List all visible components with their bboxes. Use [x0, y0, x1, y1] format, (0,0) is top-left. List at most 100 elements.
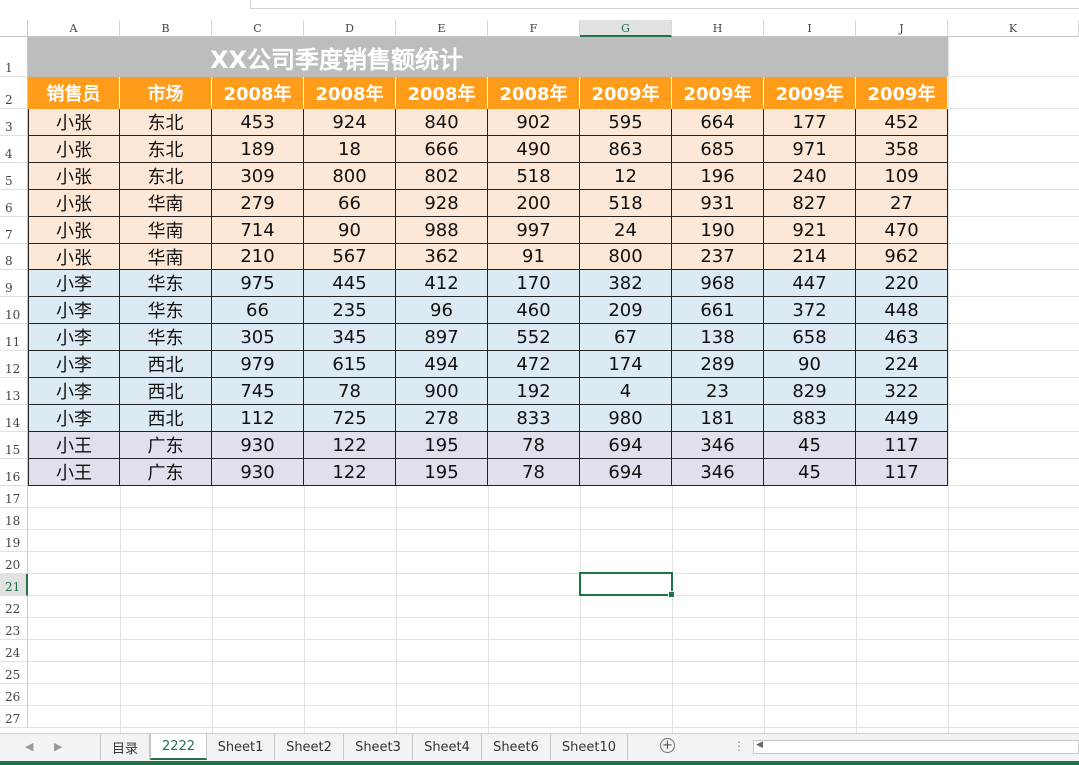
table-cell[interactable]: 138 — [672, 324, 764, 351]
table-cell[interactable]: 658 — [764, 324, 856, 351]
table-cell[interactable]: 小张 — [28, 244, 120, 270]
table-cell[interactable]: 小张 — [28, 217, 120, 244]
row-header-7[interactable]: 7 — [0, 217, 28, 244]
sheet-tab[interactable]: Sheet6 — [482, 734, 551, 760]
table-cell[interactable]: 900 — [396, 378, 488, 405]
table-cell[interactable]: 928 — [396, 190, 488, 217]
table-cell[interactable]: 883 — [764, 405, 856, 432]
table-cell[interactable]: 979 — [212, 351, 304, 378]
table-cell[interactable]: 小王 — [28, 432, 120, 459]
horizontal-scrollbar[interactable]: ◀ — [753, 740, 1079, 754]
table-cell[interactable]: 666 — [396, 136, 488, 163]
table-cell[interactable]: 小王 — [28, 459, 120, 486]
row-header-23[interactable]: 23 — [0, 618, 28, 640]
row-header-5[interactable]: 5 — [0, 163, 28, 190]
table-cell[interactable]: 224 — [856, 351, 948, 378]
table-cell[interactable]: 971 — [764, 136, 856, 163]
row-header-25[interactable]: 25 — [0, 662, 28, 684]
row-header-19[interactable]: 19 — [0, 530, 28, 552]
table-cell[interactable]: 518 — [488, 163, 580, 190]
row-header-9[interactable]: 9 — [0, 270, 28, 297]
column-header-k[interactable]: K — [948, 20, 1079, 37]
scroll-left-icon[interactable]: ◀ — [756, 740, 763, 750]
table-cell[interactable]: 78 — [304, 378, 396, 405]
table-cell[interactable]: 930 — [212, 432, 304, 459]
row-header-20[interactable]: 20 — [0, 552, 28, 574]
table-cell[interactable]: 209 — [580, 297, 672, 324]
table-cell[interactable]: 278 — [396, 405, 488, 432]
table-cell[interactable]: 902 — [488, 109, 580, 136]
table-cell[interactable]: 小张 — [28, 136, 120, 163]
table-cell[interactable]: 91 — [488, 244, 580, 270]
column-header-b[interactable]: B — [120, 20, 212, 37]
table-cell[interactable]: 小张 — [28, 190, 120, 217]
header-cell[interactable]: 2008年 — [396, 77, 488, 109]
row-header-3[interactable]: 3 — [0, 109, 28, 136]
table-cell[interactable]: 714 — [212, 217, 304, 244]
table-cell[interactable]: 华南 — [120, 217, 212, 244]
row-header-15[interactable]: 15 — [0, 432, 28, 459]
table-cell[interactable]: 453 — [212, 109, 304, 136]
column-header-d[interactable]: D — [304, 20, 396, 37]
table-cell[interactable]: 962 — [856, 244, 948, 270]
table-cell[interactable]: 18 — [304, 136, 396, 163]
column-header-i[interactable]: I — [764, 20, 856, 37]
table-cell[interactable]: 192 — [488, 378, 580, 405]
table-cell[interactable]: 745 — [212, 378, 304, 405]
table-cell[interactable]: 109 — [856, 163, 948, 190]
table-cell[interactable]: 华东 — [120, 324, 212, 351]
row-header-16[interactable]: 16 — [0, 459, 28, 486]
table-cell[interactable]: 445 — [304, 270, 396, 297]
table-cell[interactable]: 358 — [856, 136, 948, 163]
table-cell[interactable]: 220 — [856, 270, 948, 297]
row-header-6[interactable]: 6 — [0, 190, 28, 217]
table-cell[interactable]: 小张 — [28, 109, 120, 136]
table-cell[interactable]: 小张 — [28, 163, 120, 190]
sheet-tab[interactable]: Sheet10 — [551, 734, 628, 760]
sheet-tab[interactable]: Sheet3 — [344, 734, 413, 760]
table-cell[interactable]: 237 — [672, 244, 764, 270]
table-cell[interactable]: 924 — [304, 109, 396, 136]
table-cell[interactable]: 930 — [212, 459, 304, 486]
table-cell[interactable]: 华东 — [120, 270, 212, 297]
table-cell[interactable]: 346 — [672, 432, 764, 459]
table-cell[interactable]: 122 — [304, 459, 396, 486]
table-cell[interactable]: 66 — [212, 297, 304, 324]
table-cell[interactable]: 67 — [580, 324, 672, 351]
row-header-14[interactable]: 14 — [0, 405, 28, 432]
column-header-e[interactable]: E — [396, 20, 488, 37]
table-cell[interactable]: 975 — [212, 270, 304, 297]
header-cell[interactable]: 销售员 — [28, 77, 120, 109]
column-header-j[interactable]: J — [856, 20, 948, 37]
table-cell[interactable]: 122 — [304, 432, 396, 459]
table-cell[interactable]: 448 — [856, 297, 948, 324]
table-cell[interactable]: 小李 — [28, 270, 120, 297]
select-all-corner[interactable] — [0, 20, 28, 37]
table-cell[interactable]: 华南 — [120, 190, 212, 217]
table-cell[interactable]: 西北 — [120, 405, 212, 432]
column-header-a[interactable]: A — [28, 20, 120, 37]
header-cell[interactable]: 2009年 — [856, 77, 948, 109]
row-header-21[interactable]: 21 — [0, 574, 28, 596]
table-cell[interactable]: 863 — [580, 136, 672, 163]
table-cell[interactable]: 东北 — [120, 109, 212, 136]
table-cell[interactable]: 90 — [764, 351, 856, 378]
table-cell[interactable]: 725 — [304, 405, 396, 432]
table-cell[interactable]: 362 — [396, 244, 488, 270]
column-header-c[interactable]: C — [212, 20, 304, 37]
table-cell[interactable]: 117 — [856, 459, 948, 486]
table-cell[interactable]: 833 — [488, 405, 580, 432]
table-cell[interactable]: 463 — [856, 324, 948, 351]
table-cell[interactable]: 309 — [212, 163, 304, 190]
more-options-icon[interactable]: ⋮ — [733, 739, 745, 753]
table-cell[interactable]: 174 — [580, 351, 672, 378]
table-cell[interactable]: 190 — [672, 217, 764, 244]
row-header-10[interactable]: 10 — [0, 297, 28, 324]
table-cell[interactable]: 东北 — [120, 136, 212, 163]
table-cell[interactable]: 4 — [580, 378, 672, 405]
header-cell[interactable]: 2008年 — [212, 77, 304, 109]
table-cell[interactable]: 452 — [856, 109, 948, 136]
table-cell[interactable]: 800 — [580, 244, 672, 270]
table-cell[interactable]: 694 — [580, 432, 672, 459]
table-cell[interactable]: 小李 — [28, 324, 120, 351]
